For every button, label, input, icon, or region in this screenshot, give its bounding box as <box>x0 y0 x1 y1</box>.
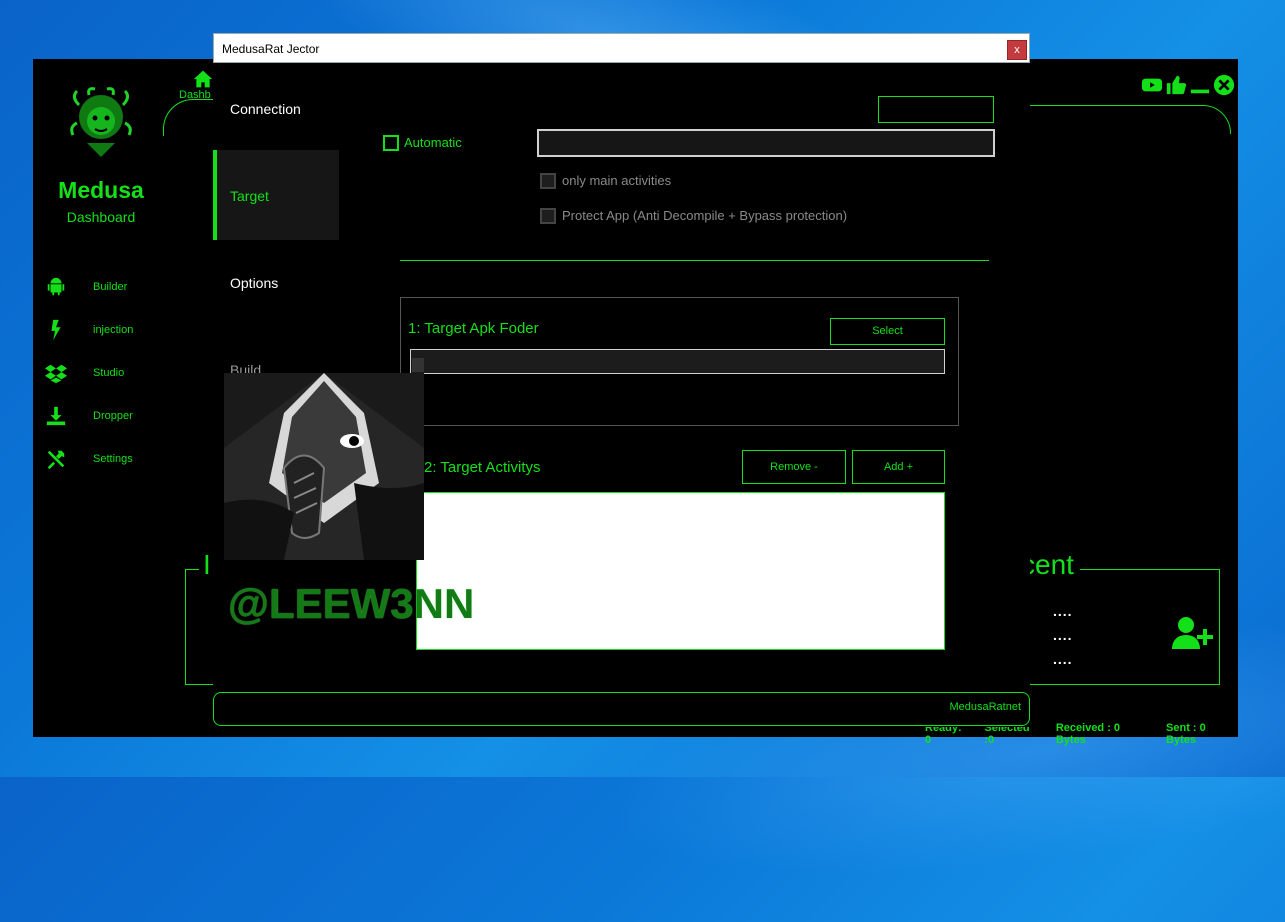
tools-icon <box>47 450 65 469</box>
sidebar-item-label: Studio <box>93 366 125 379</box>
youtube-icon[interactable] <box>1141 74 1163 96</box>
window-controls <box>1141 74 1235 96</box>
app-name: Medusa <box>58 177 144 203</box>
tab-label: Connection <box>230 101 301 117</box>
sidebar-item-injection[interactable]: injection <box>43 308 163 351</box>
status-received: Received : 0 Bytes <box>1055 722 1121 746</box>
status-sent: Sent : 0 Bytes <box>1166 722 1206 746</box>
sidebar-item-label: Builder <box>93 280 128 293</box>
android-icon <box>47 277 65 295</box>
footer-label: MedusaRatnet <box>949 701 1021 713</box>
unlabeled-button[interactable] <box>878 96 994 123</box>
only-main-checkbox[interactable] <box>540 173 556 189</box>
download-icon <box>46 406 66 425</box>
sidebar-nav: Builder injection Studio Dropper Setting… <box>43 265 163 480</box>
dialog-title: MedusaRat Jector <box>222 42 320 56</box>
automatic-checkbox[interactable] <box>383 135 399 151</box>
tab-label: Options <box>230 275 279 291</box>
activities-list[interactable] <box>416 492 945 650</box>
sidebar-item-label: Settings <box>93 452 133 465</box>
package-input[interactable] <box>537 129 995 157</box>
tab-target[interactable]: Target <box>213 150 339 240</box>
sidebar-item-studio[interactable]: Studio <box>43 351 163 394</box>
minimize-icon[interactable] <box>1189 74 1211 96</box>
stat-value: .... <box>1053 603 1073 619</box>
select-button[interactable]: Select <box>830 318 945 345</box>
header-right-border <box>1013 105 1231 134</box>
tab-options[interactable]: Options <box>213 237 339 327</box>
hooded-figure-icon <box>224 373 424 560</box>
tab-connection[interactable]: Connection <box>213 63 339 153</box>
bolt-icon <box>51 319 61 340</box>
dialog-titlebar[interactable]: MedusaRat Jector x <box>213 33 1030 63</box>
stat-value: .... <box>1053 627 1073 643</box>
sidebar-item-builder[interactable]: Builder <box>43 265 163 308</box>
app-subtitle: Dashboard <box>66 209 136 225</box>
section-divider <box>400 260 989 261</box>
close-icon[interactable] <box>1213 74 1235 96</box>
medusa-logo-icon <box>70 87 132 157</box>
sidebar-item-label: injection <box>93 323 134 336</box>
protect-app-label: Protect App (Anti Decompile + Bypass pro… <box>562 208 848 223</box>
dialog-footer: MedusaRatnet <box>213 692 1030 726</box>
home-tab-label[interactable]: Dashb <box>179 89 211 101</box>
apk-folder-input[interactable] <box>410 349 945 374</box>
sidebar-item-settings[interactable]: Settings <box>43 437 163 480</box>
watermark-image <box>224 373 424 560</box>
stat-value: .... <box>1053 651 1073 667</box>
sidebar-item-dropper[interactable]: Dropper <box>43 394 163 437</box>
input-scroll-handle[interactable] <box>412 358 424 372</box>
protect-app-checkbox[interactable] <box>540 208 556 224</box>
target-activities-title: 2: Target Activitys <box>424 459 541 476</box>
home-icon[interactable] <box>193 69 213 89</box>
target-apk-title: 1: Target Apk Foder <box>408 320 539 337</box>
remove-button[interactable]: Remove - <box>742 450 846 484</box>
tab-label: Target <box>230 188 269 204</box>
dropbox-icon <box>45 364 67 383</box>
add-button[interactable]: Add + <box>852 450 945 484</box>
automatic-label: Automatic <box>404 135 462 150</box>
dialog-close-button[interactable]: x <box>1007 40 1027 60</box>
only-main-label: only main activities <box>562 173 672 188</box>
thumbs-up-icon[interactable] <box>1165 74 1187 96</box>
sidebar-item-label: Dropper <box>93 409 133 422</box>
add-user-icon[interactable] <box>1170 615 1214 651</box>
watermark-text: @LEEW3NN <box>228 580 475 627</box>
